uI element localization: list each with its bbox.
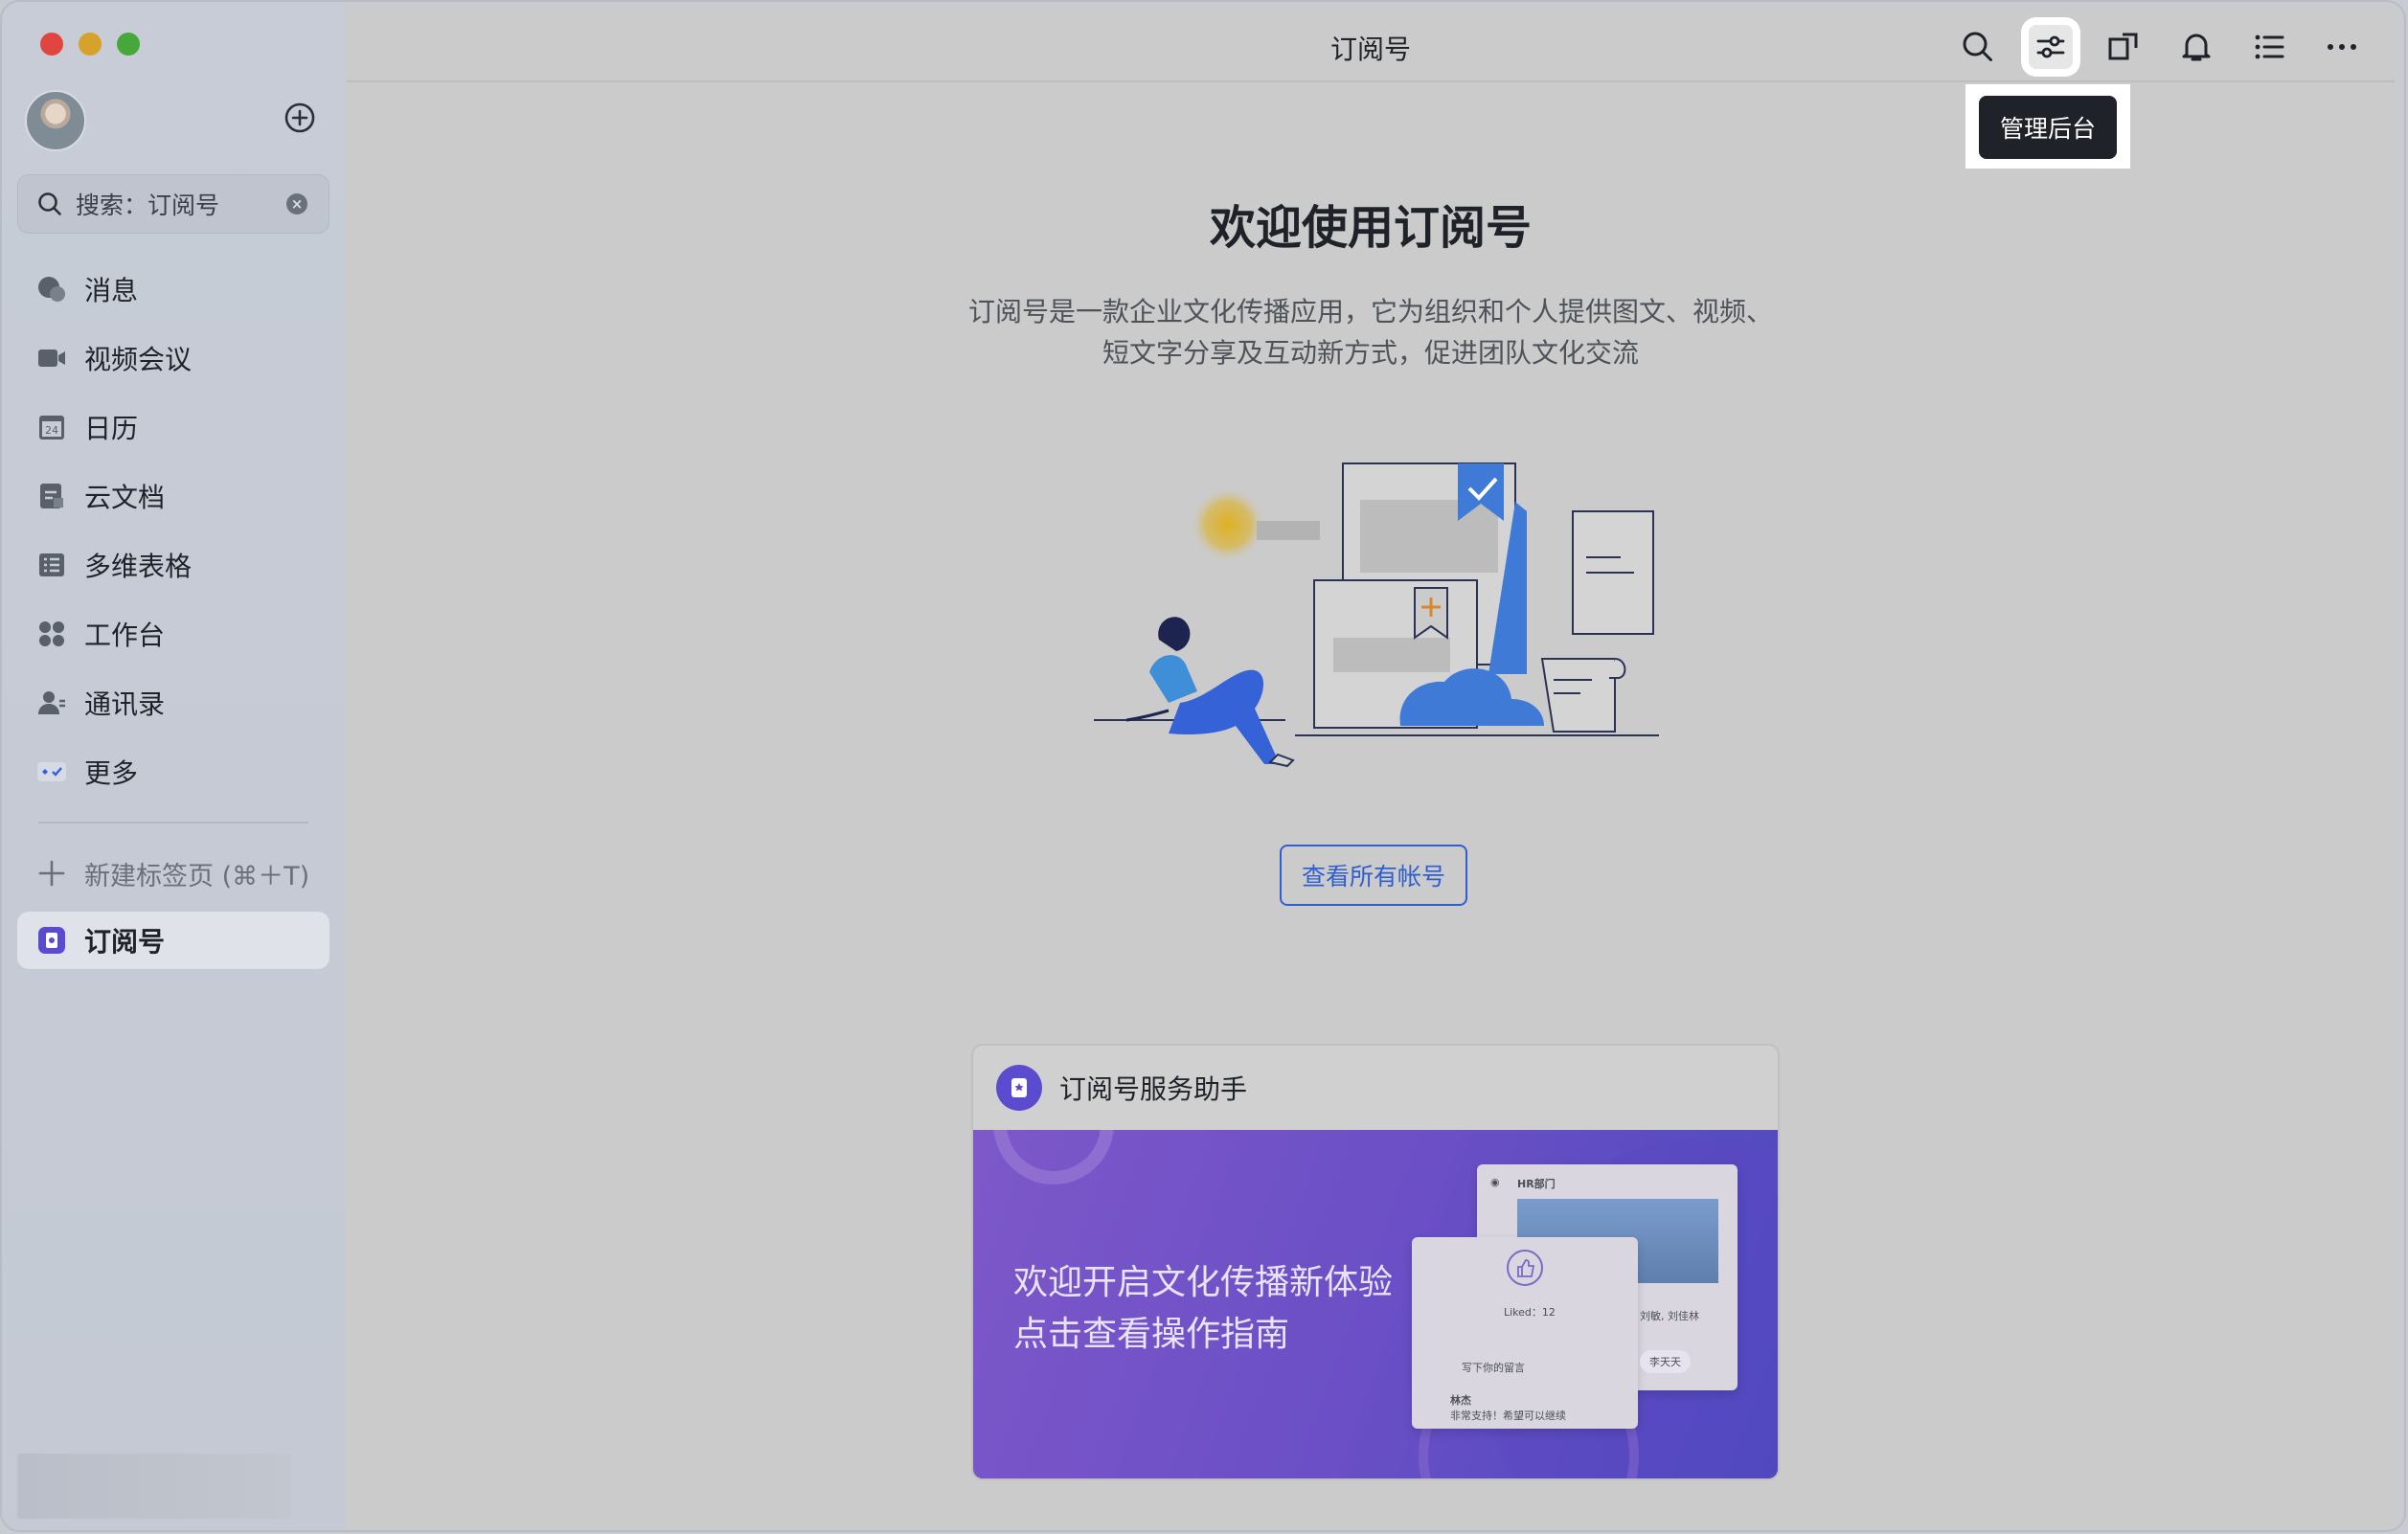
admin-settings-button[interactable] bbox=[2029, 25, 2073, 69]
mock-avatar-icon: ◉ bbox=[1490, 1176, 1500, 1188]
sidebar-item-contacts[interactable]: 通讯录 bbox=[17, 674, 329, 732]
clear-search-icon[interactable]: × bbox=[286, 193, 307, 214]
new-window-button[interactable] bbox=[2101, 25, 2146, 69]
sidebar-item-calendar[interactable]: 24 日历 bbox=[17, 398, 329, 456]
plus-icon bbox=[36, 858, 67, 889]
description-line-1: 订阅号是一款企业文化传播应用，它为组织和个人提供图文、视频、 bbox=[967, 296, 1773, 327]
sidebar-item-label: 通讯录 bbox=[84, 688, 166, 720]
workplace-icon bbox=[36, 619, 67, 649]
sidebar-item-label: 消息 bbox=[84, 275, 139, 306]
banner-headline: 欢迎开启文化传播新体验 bbox=[1013, 1263, 1394, 1302]
settings-sliders-icon bbox=[2036, 35, 2065, 58]
mock-comment-placeholder: 写下你的留言 bbox=[1462, 1362, 1525, 1374]
sidebar-item-messages[interactable]: 消息 bbox=[17, 260, 329, 318]
sidebar-item-workplace[interactable]: 工作台 bbox=[17, 605, 329, 663]
main-content: 订阅号 管理后台 欢迎使用订阅号 订阅号是一款企业文化传播应用，它为组织和个人提… bbox=[347, 13, 2395, 1526]
guide-banner[interactable]: 欢迎开启文化传播新体验 点击查看操作指南 ◉ HR部门 刘敏, 刘佳林 Like… bbox=[973, 1130, 1778, 1478]
title-bar: 订阅号 bbox=[347, 13, 2395, 82]
table-icon bbox=[36, 550, 67, 580]
mock-dept-label: HR部门 bbox=[1517, 1178, 1556, 1190]
search-icon bbox=[38, 192, 61, 215]
svg-text:24: 24 bbox=[45, 424, 58, 437]
mock-likers: 刘敏, 刘佳林 bbox=[1640, 1310, 1699, 1322]
more-icon bbox=[2328, 44, 2356, 50]
sidebar-item-label: 视频会议 bbox=[84, 344, 193, 375]
mock-liked-count: Liked：12 bbox=[1504, 1306, 1556, 1319]
welcome-heading: 欢迎使用订阅号 bbox=[1209, 201, 1532, 255]
banner-subheadline: 点击查看操作指南 bbox=[1013, 1315, 1290, 1354]
welcome-illustration bbox=[1094, 462, 1659, 768]
sidebar-item-label: 日历 bbox=[84, 413, 139, 444]
admin-tooltip: 管理后台 bbox=[1979, 96, 2117, 159]
video-icon bbox=[36, 343, 67, 373]
plus-circle-icon bbox=[284, 102, 315, 133]
card-title: 订阅号服务助手 bbox=[1059, 1073, 1248, 1105]
thumbs-up-icon bbox=[1507, 1250, 1543, 1286]
sidebar-footer-placeholder bbox=[17, 1454, 291, 1519]
sidebar-item-label: 更多 bbox=[84, 757, 139, 789]
document-icon bbox=[36, 481, 67, 511]
sidebar-item-label: 云文档 bbox=[84, 482, 166, 513]
search-icon bbox=[1963, 32, 1992, 61]
minimize-window-button[interactable] bbox=[79, 33, 102, 56]
sidebar-item-label: 多维表格 bbox=[84, 551, 193, 582]
page-title: 订阅号 bbox=[1329, 34, 1411, 65]
add-button[interactable] bbox=[284, 102, 316, 134]
subscription-icon bbox=[36, 925, 67, 956]
message-icon bbox=[36, 274, 67, 305]
app-window: 搜索：订阅号 × 消息 视频会议 24 日历 云文档 多维表格 工作台 通讯录 … bbox=[2, 2, 2404, 1530]
sidebar-item-base[interactable]: 多维表格 bbox=[17, 536, 329, 594]
close-window-button[interactable] bbox=[40, 33, 63, 56]
sidebar-item-label: 工作台 bbox=[84, 620, 166, 651]
sidebar-divider bbox=[38, 822, 308, 823]
mock-commenter: 林杰 bbox=[1450, 1394, 1471, 1407]
mock-comment: 非常支持！希望可以继续 bbox=[1450, 1410, 1566, 1422]
zoom-window-button[interactable] bbox=[117, 33, 140, 56]
search-input[interactable]: 搜索：订阅号 × bbox=[17, 174, 329, 234]
more-apps-icon bbox=[36, 756, 67, 787]
search-query: 搜索：订阅号 bbox=[76, 192, 220, 219]
list-button[interactable] bbox=[2247, 25, 2291, 69]
toolbar-search-button[interactable] bbox=[1956, 25, 2000, 69]
sidebar-item-subscription[interactable]: 订阅号 bbox=[17, 912, 329, 969]
mock-like-card: Liked：12 写下你的留言 林杰 非常支持！希望可以继续 bbox=[1412, 1237, 1638, 1429]
sidebar-item-more[interactable]: 更多 bbox=[17, 743, 329, 801]
tooltip-highlight: 管理后台 bbox=[1965, 84, 2130, 169]
avatar[interactable] bbox=[25, 90, 86, 151]
sidebar-item-video-meeting[interactable]: 视频会议 bbox=[17, 329, 329, 387]
sidebar-item-label: 订阅号 bbox=[84, 926, 166, 958]
contacts-icon bbox=[36, 688, 67, 718]
new-window-icon bbox=[2108, 33, 2138, 60]
more-button[interactable] bbox=[2320, 25, 2364, 69]
description-line-2: 短文字分享及互动新方式，促进团队文化交流 bbox=[1102, 337, 1639, 369]
new-tab-label: 新建标签页 (⌘＋T) bbox=[84, 861, 310, 891]
list-icon bbox=[2255, 34, 2284, 59]
subscription-assistant-icon bbox=[996, 1065, 1042, 1111]
sidebar: 搜索：订阅号 × 消息 视频会议 24 日历 云文档 多维表格 工作台 通讯录 … bbox=[2, 2, 345, 1530]
view-all-accounts-button[interactable]: 查看所有帐号 bbox=[1280, 845, 1467, 906]
mock-liker-chip: 李天天 bbox=[1640, 1350, 1691, 1373]
new-tab-button[interactable]: 新建标签页 (⌘＋T) bbox=[17, 845, 329, 902]
calendar-icon: 24 bbox=[36, 412, 67, 442]
service-assistant-card[interactable]: 订阅号服务助手 欢迎开启文化传播新体验 点击查看操作指南 ◉ HR部门 刘敏, … bbox=[971, 1044, 1780, 1480]
bell-icon bbox=[2182, 34, 2211, 61]
notifications-button[interactable] bbox=[2174, 25, 2218, 69]
card-header: 订阅号服务助手 bbox=[973, 1046, 1778, 1130]
sidebar-item-docs[interactable]: 云文档 bbox=[17, 467, 329, 525]
